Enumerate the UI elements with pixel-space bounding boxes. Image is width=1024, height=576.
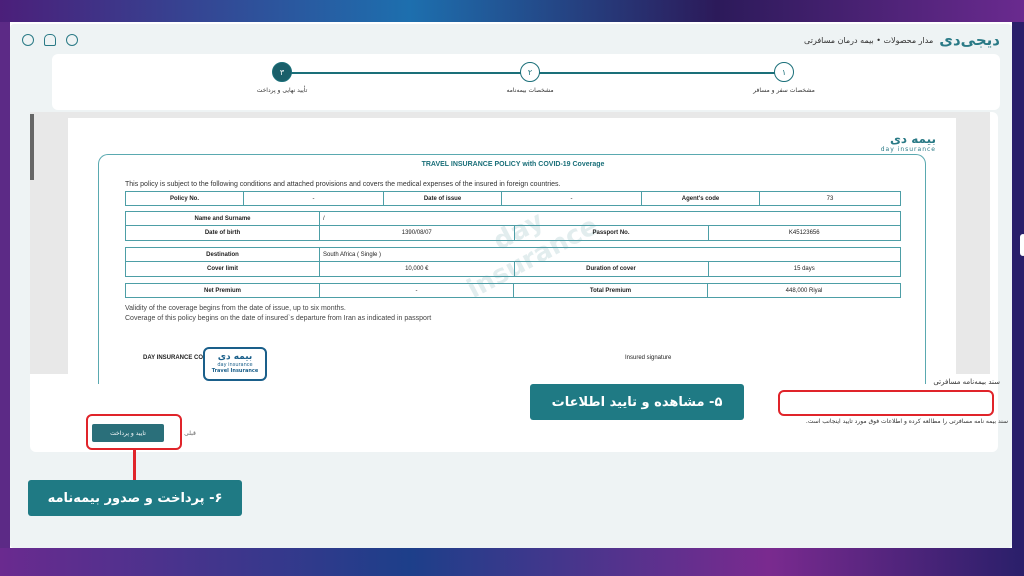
policy-document: بیمه دی day insurance day insurance TRAV… [68, 118, 956, 384]
insured-signature: Insured signature [625, 355, 672, 361]
stamp-sub2: Travel Insurance [211, 368, 259, 374]
name-label: Name and Surname [125, 211, 320, 226]
topbar-icons [22, 34, 78, 46]
company-stamp: بیمه دی day insurance Travel Insurance [203, 347, 267, 381]
confirm-checkbox-label: سند بیمه‌نامه مسافرتی [933, 378, 1000, 386]
coverage-note: Coverage of this policy begins on the da… [125, 315, 432, 322]
brand-logo[interactable]: دیجی‌دی [939, 31, 1001, 49]
doc-logo-mark: بیمه دی [889, 132, 936, 146]
policy-row-1: Policy No. - Date of issue - Agent's cod… [125, 191, 901, 206]
breadcrumb[interactable]: مدار محصولات • بیمه درمان مسافرتی [804, 36, 933, 45]
total-label: Total Premium [513, 283, 708, 298]
stepper: ۳ تأیید نهایی و پرداخت ۲ مشخصات بیمه‌نام… [52, 54, 1000, 110]
step-1-label: مشخصات سفر و مسافر [753, 87, 815, 94]
step-3: ۳ تأیید نهایی و پرداخت [222, 62, 342, 94]
support-icon[interactable] [66, 34, 78, 46]
step-3-circle: ۳ [272, 62, 292, 82]
doc-logo: بیمه دی day insurance [876, 132, 936, 153]
stamp-logo: بیمه دی [217, 352, 253, 362]
birth-subtable: 1390/08/07 Passport No. K45123656 [320, 226, 900, 240]
policy-row-destination: Destination South Africa ( Single ) Cove… [125, 247, 901, 277]
confirm-text[interactable]: سند بیمه نامه مسافرتی را مطالعه کرده و ا… [800, 418, 1008, 425]
name-value: / [319, 211, 901, 226]
background-right [1012, 22, 1024, 548]
policy-no-value: - [243, 191, 384, 206]
cover-value: 10,000 € [320, 262, 515, 276]
highlight-confirm-box [778, 390, 994, 416]
cover-label: Cover limit [125, 261, 320, 277]
policy-preview[interactable]: بیمه دی day insurance day insurance TRAV… [30, 112, 990, 384]
user-icon[interactable] [22, 34, 34, 46]
step-2-label: مشخصات بیمه‌نامه [506, 87, 554, 94]
background-bottom [0, 548, 1024, 576]
issue-label: Date of issue [383, 191, 502, 206]
agent-label: Agent's code [641, 191, 760, 206]
destination-label: Destination [125, 247, 320, 262]
top-bar: دیجی‌دی مدار محصولات • بیمه درمان مسافرت… [10, 24, 1012, 56]
duration-value: 15 days [793, 266, 815, 272]
cover-subtable: 10,000 € Duration of cover 15 days [320, 262, 900, 276]
policy-row-name: Name and Surname / Date of birth 1390/08… [125, 211, 901, 241]
callout-step6: ۶- پرداخت و صدور بیمه‌نامه [28, 480, 242, 516]
policy-row-premium: Net Premium - Total Premium 448,000 Riya… [125, 283, 901, 298]
total-value: 448,000 Riyal [707, 283, 901, 298]
background-top [0, 0, 1024, 22]
policy-no-label: Policy No. [125, 191, 244, 206]
step-2: ۲ مشخصات بیمه‌نامه [470, 62, 590, 94]
step-2-circle: ۲ [520, 62, 540, 82]
company-name: DAY INSURANCE CO. [143, 355, 205, 361]
bell-icon[interactable] [44, 34, 56, 46]
doc-frame: TRAVEL INSURANCE POLICY with COVID-19 Co… [98, 154, 926, 384]
doc-intro: This policy is subject to the following … [125, 181, 561, 188]
issue-value: - [501, 191, 642, 206]
connector-line [133, 450, 136, 480]
doc-title: TRAVEL INSURANCE POLICY with COVID-19 Co… [421, 161, 605, 168]
step-1-circle: ۱ [774, 62, 794, 82]
doc-logo-sub: day insurance [880, 146, 936, 153]
background-left [0, 22, 10, 548]
birth-label: Date of birth [125, 225, 320, 241]
side-scroll-handle[interactable] [1020, 234, 1024, 256]
preview-scrollbar[interactable] [30, 114, 34, 180]
passport-label: Passport No. [514, 226, 709, 240]
highlight-pay-box [86, 414, 182, 450]
step-1: ۱ مشخصات سفر و مسافر [724, 62, 844, 94]
confirm-checkbox-row[interactable]: سند بیمه‌نامه مسافرتی [850, 378, 1000, 386]
app-window: دیجی‌دی مدار محصولات • بیمه درمان مسافرت… [10, 24, 1024, 548]
brand: دیجی‌دی مدار محصولات • بیمه درمان مسافرت… [804, 31, 1001, 49]
passport-value: K45123656 [788, 230, 820, 236]
step-3-label: تأیید نهایی و پرداخت [256, 87, 308, 94]
agent-value: 73 [759, 191, 901, 206]
destination-value: South Africa ( Single ) [319, 247, 901, 262]
validity-note: Validity of the coverage begins from the… [125, 305, 346, 312]
duration-label: Duration of cover [514, 262, 709, 276]
premium-label: Net Premium [125, 283, 320, 298]
birth-value: 1390/08/07 [320, 226, 515, 240]
premium-value: - [319, 283, 514, 298]
callout-step5: ۵- مشاهده و تایید اطلاعات [530, 384, 744, 420]
